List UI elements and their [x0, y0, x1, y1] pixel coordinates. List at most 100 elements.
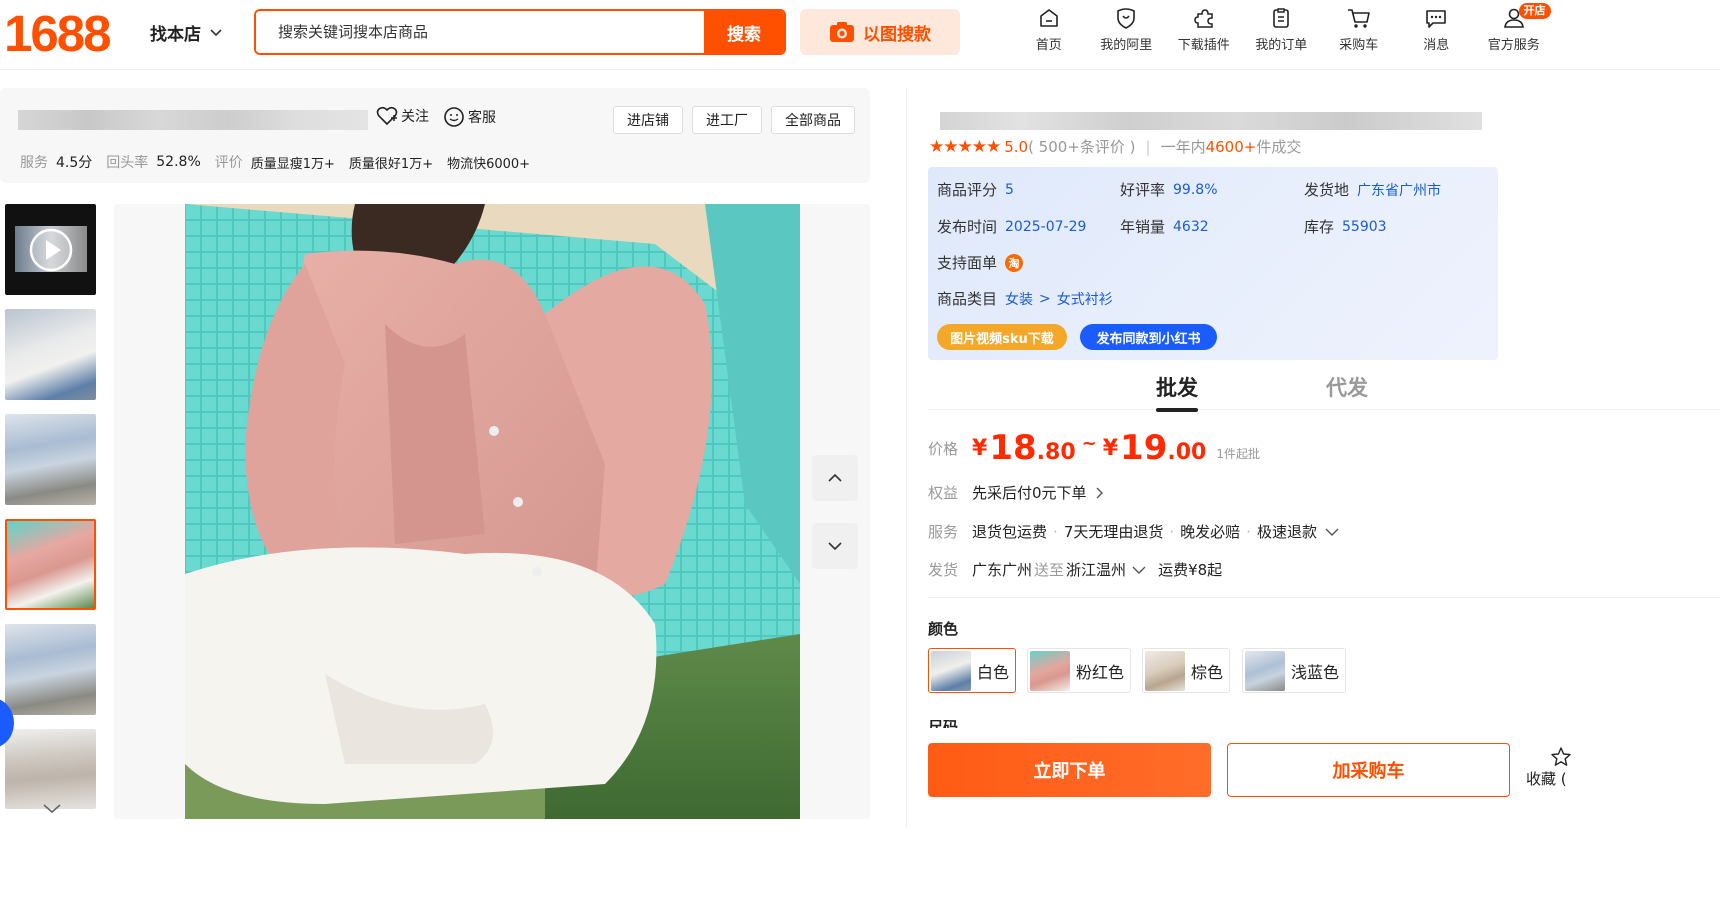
- chevron-up-icon: [828, 473, 842, 482]
- download-media-button[interactable]: 图片视频sku下载: [937, 324, 1067, 350]
- main-product-image[interactable]: [185, 204, 800, 819]
- service-dot: ·: [1169, 522, 1175, 541]
- product-thumbnail[interactable]: [5, 414, 96, 505]
- nav-my-orders[interactable]: 我的订单: [1243, 6, 1321, 53]
- camera-icon: [830, 22, 854, 42]
- repurchase-value: 52.8%: [156, 154, 201, 170]
- follow-label: 关注: [401, 109, 429, 125]
- enter-shop-button[interactable]: 进店铺: [613, 106, 683, 134]
- info-good-rate: 好评率 99.8%: [1120, 179, 1218, 200]
- service-item: 极速退款: [1256, 523, 1317, 541]
- info-annual-sales: 年销量 4632: [1120, 216, 1209, 237]
- info-publish-label: 发布时间: [937, 218, 998, 236]
- rating-row: ★★★★★ 5.0 ( 500+条评价 ) | 一年内 4600+ 件成交: [929, 136, 1301, 157]
- smile-chat-icon: [444, 107, 464, 127]
- nav-home-label: 首页: [1035, 38, 1062, 53]
- info-waybill-label: 支持面单: [937, 254, 998, 272]
- nav-download-plugin-label: 下载插件: [1177, 38, 1230, 53]
- color-option-label: 粉红色: [1076, 662, 1125, 682]
- tab-wholesale[interactable]: 批发: [1156, 372, 1198, 412]
- search-bar: 搜索: [254, 9, 786, 55]
- product-info-box: 商品评分 5 好评率 99.8% 发货地 广东省广州市 发布时间 2025-07-29 …: [928, 167, 1498, 360]
- find-shop-label: 找本店: [150, 25, 201, 45]
- find-shop-dropdown[interactable]: 找本店: [150, 20, 223, 45]
- product-thumbnail-selected[interactable]: [5, 519, 96, 610]
- rights-value: 先采后付0元下单: [972, 484, 1087, 502]
- enter-factory-button[interactable]: 进工厂: [692, 106, 762, 134]
- color-option-white[interactable]: 白色: [928, 648, 1017, 693]
- service-score-value: 4.5分: [56, 155, 93, 171]
- buy-now-button[interactable]: 立即下单: [928, 743, 1211, 797]
- review-label: 评价: [214, 155, 243, 171]
- service-item: 晚发必赔: [1180, 523, 1241, 541]
- product-thumbnail[interactable]: [5, 729, 96, 809]
- color-thumbnail: [1145, 650, 1185, 691]
- review-count-link[interactable]: ( 500+条评价 ): [1028, 136, 1135, 157]
- nav-purchase-cart[interactable]: 采购车: [1320, 6, 1398, 53]
- top-header: 1688 找本店 搜索 以图搜款 首页 我的阿里 下载插件 我的订单 采购车: [0, 0, 1720, 70]
- info-good-rate-label: 好评率: [1120, 181, 1166, 199]
- info-category-label: 商品类目: [937, 290, 998, 308]
- sold-suffix: 件成交: [1256, 138, 1302, 156]
- price-low-decimal: .80: [1036, 439, 1076, 465]
- price-range-tilde: ~: [1081, 432, 1097, 454]
- price-row: 价格 ¥ 18 .80 ~ ¥ 19 .00 1件起批: [928, 428, 1260, 468]
- rating-score: 5.0: [1004, 137, 1029, 156]
- shop-name-blurred[interactable]: [18, 110, 368, 130]
- product-thumbnail[interactable]: [5, 624, 96, 715]
- service-label: 客服: [468, 110, 496, 126]
- nav-home[interactable]: 首页: [1010, 6, 1088, 53]
- category-link-womens[interactable]: 女装: [1005, 289, 1033, 309]
- image-down-button[interactable]: [812, 523, 858, 569]
- price-high-decimal: .00: [1167, 439, 1207, 465]
- category-link-shirts[interactable]: 女式衬衫: [1057, 289, 1113, 309]
- review-tag: 物流快6000+: [447, 156, 531, 172]
- service-item: 退货包运费: [972, 523, 1048, 541]
- all-products-button[interactable]: 全部商品: [771, 106, 855, 134]
- rights-row[interactable]: 权益 先采后付0元下单: [928, 482, 1103, 503]
- add-to-cart-button[interactable]: 加采购车: [1227, 743, 1510, 797]
- chevron-down-icon[interactable]: [1132, 566, 1146, 574]
- service-dot: ·: [1246, 522, 1251, 541]
- nav-official-service-label: 官方服务: [1487, 38, 1540, 53]
- tab-dropship[interactable]: 代发: [1326, 372, 1368, 402]
- message-icon: [1426, 10, 1447, 28]
- open-shop-badge[interactable]: 开店: [1518, 3, 1551, 19]
- color-option-label: 白色: [977, 662, 1010, 682]
- shop-stats: 服务 4.5分 回头率 52.8% 评价 质量显瘦1万+ 质量很好1万+ 物流快…: [20, 152, 544, 172]
- nav-my-ali[interactable]: 我的阿里: [1088, 6, 1166, 53]
- chevron-down-icon: [828, 542, 842, 551]
- chevron-down-icon[interactable]: [40, 802, 64, 816]
- ship-from: 广东广州: [972, 561, 1033, 579]
- chevron-right-icon: [1096, 487, 1103, 498]
- info-waybill: 支持面单 淘: [937, 252, 1024, 273]
- services-row[interactable]: 服务 退货包运费 · 7天无理由退货 · 晚发必赔 · 极速退款: [928, 521, 1339, 542]
- clipboard-icon: [1273, 8, 1290, 28]
- search-button[interactable]: 搜索: [704, 11, 784, 53]
- review-tag: 质量很好1万+: [348, 156, 434, 172]
- product-thumbnail[interactable]: [5, 309, 96, 400]
- image-up-button[interactable]: [812, 455, 858, 501]
- image-search-button[interactable]: 以图搜款: [800, 9, 960, 55]
- info-annual-sales-label: 年销量: [1120, 218, 1166, 236]
- min-order-quantity: 1件起批: [1216, 446, 1260, 461]
- publish-xiaohongshu-button[interactable]: 发布同款到小红书: [1080, 324, 1217, 350]
- search-input[interactable]: [256, 11, 704, 53]
- customer-service-button[interactable]: 客服: [443, 106, 496, 128]
- rating-stars-icon: ★★★★★: [929, 136, 1001, 157]
- video-thumbnail[interactable]: [5, 204, 96, 295]
- nav-messages[interactable]: 消息: [1398, 6, 1476, 53]
- color-option-light-blue[interactable]: 浅蓝色: [1242, 648, 1347, 693]
- site-logo[interactable]: 1688: [4, 6, 111, 62]
- color-option-brown[interactable]: 棕色: [1142, 648, 1231, 693]
- price-high-integer: 19: [1120, 428, 1168, 468]
- rating-divider: |: [1145, 137, 1151, 156]
- nav-download-plugin[interactable]: 下载插件: [1165, 6, 1243, 53]
- color-option-pink[interactable]: 粉红色: [1027, 648, 1132, 693]
- ship-to-label: 送至: [1034, 561, 1065, 579]
- info-ship-from-value: 广东省广州市: [1357, 182, 1442, 199]
- ship-to-selector[interactable]: 浙江温州: [1066, 559, 1126, 580]
- nav-official-service[interactable]: 官方服务 开店: [1475, 3, 1553, 53]
- favorite-button[interactable]: 收藏 (: [1526, 746, 1586, 789]
- follow-button[interactable]: 关注: [376, 106, 429, 126]
